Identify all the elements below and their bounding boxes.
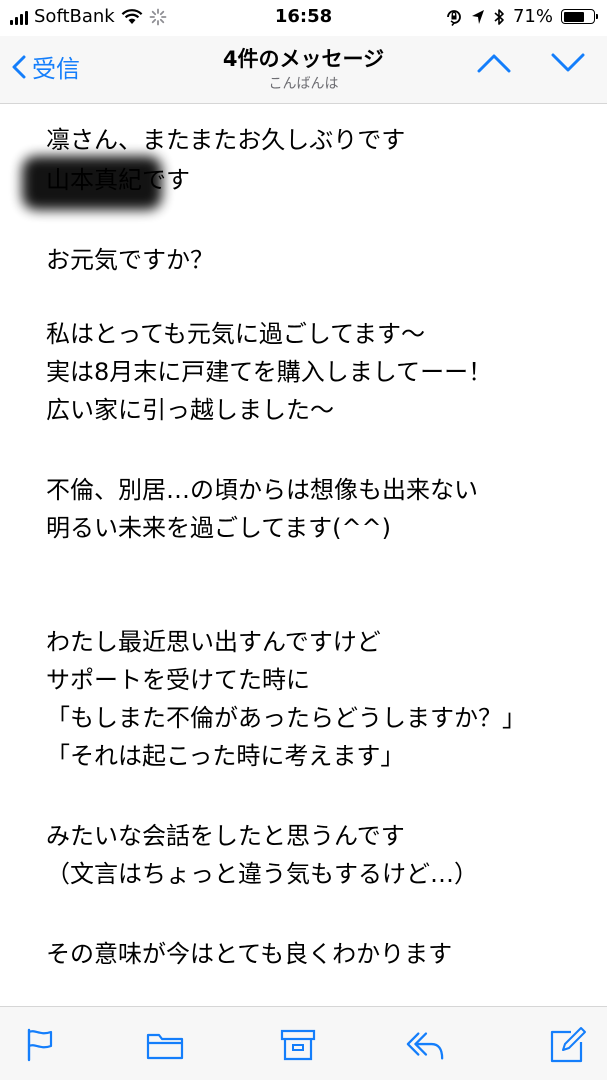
battery-icon (561, 9, 598, 24)
orientation-lock-icon (447, 9, 461, 26)
battery-level (563, 11, 585, 22)
message-line: （文言はちょっと違う気もするけど…） (46, 860, 478, 888)
flag-icon (27, 1028, 53, 1062)
message-line: 不倫、別居…の頃からは想像も出来ない (46, 476, 478, 504)
bottom-toolbar (0, 1006, 607, 1080)
chevron-down-icon[interactable] (551, 53, 585, 73)
bluetooth-icon (494, 8, 504, 25)
battery-percent: 71% (512, 6, 553, 27)
archive-button[interactable] (278, 1025, 318, 1065)
message-line: 実は8月末に戸建てを購入しましてーー！ (46, 358, 493, 386)
message-body: 凛さん、またまたお久しぶりです 山本真紀です お元気ですか？ 私はとっても元気に… (0, 104, 607, 1006)
folder-icon (146, 1033, 184, 1060)
message-line: 凛さん、またまたお久しぶりです (46, 126, 406, 154)
status-bar: SoftBank 16:58 71% (0, 0, 607, 36)
message-line: 「それは起こった時に考えます」 (46, 742, 405, 770)
reply-icon (406, 1032, 444, 1060)
message-line: みたいな会話をしたと思うんです (46, 822, 405, 850)
compose-button[interactable] (548, 1025, 588, 1065)
message-line: 広い家に引っ越しました〜 (46, 396, 334, 424)
message-nav (477, 53, 585, 73)
message-line: 明るい未来を過ごしてます(^^) (46, 514, 392, 542)
redaction-mark (22, 156, 162, 210)
message-line: サポートを受けてた時に (46, 666, 310, 694)
message-line: お元気ですか？ (46, 246, 214, 274)
archive-icon (280, 1029, 316, 1061)
message-line: 私はとっても元気に過ごしてます〜 (46, 320, 425, 348)
status-right: 71% (445, 6, 598, 27)
message-line: わたし最近思い出すんですけど (46, 628, 381, 656)
navigation-bar: 受信 4件のメッセージ こんばんは (0, 36, 607, 104)
chevron-up-icon[interactable] (477, 53, 511, 73)
move-to-folder-button[interactable] (145, 1025, 185, 1065)
flag-button[interactable] (20, 1025, 60, 1065)
message-line: 「もしまた不倫があったらどうしますか？」 (46, 704, 526, 732)
reply-button[interactable] (405, 1025, 445, 1065)
message-line: その意味が今はとても良くわかります (46, 940, 453, 968)
page-subtitle: こんばんは (268, 76, 339, 92)
compose-icon (550, 1027, 586, 1063)
location-icon (471, 9, 484, 24)
